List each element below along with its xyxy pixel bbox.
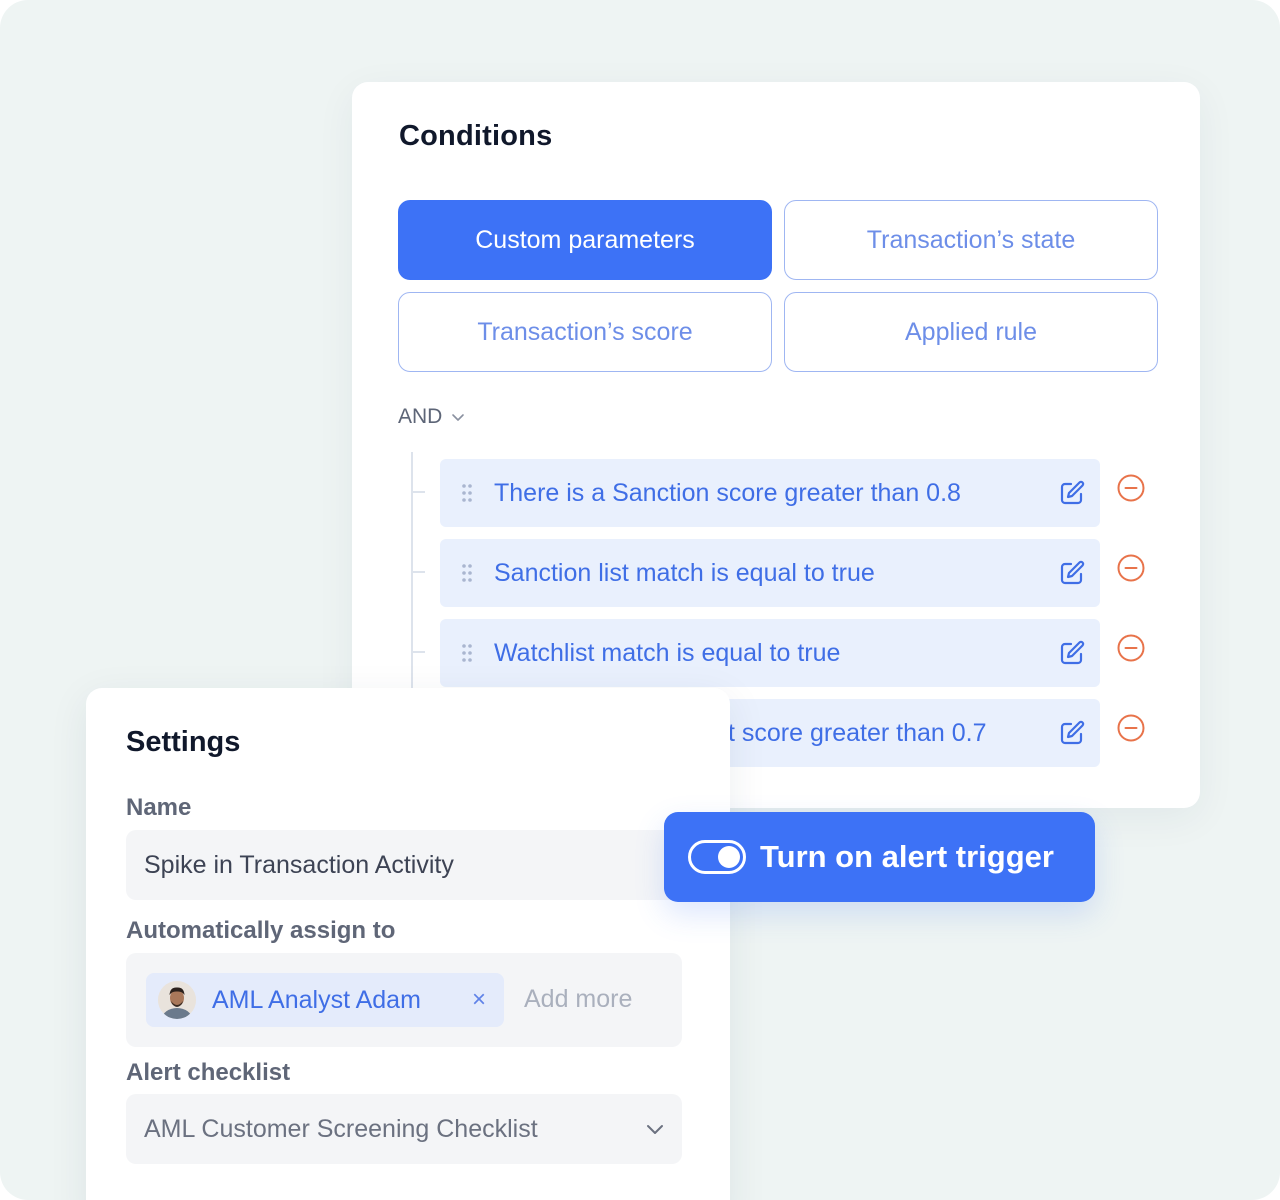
background-canvas: Conditions Custom parameters Transaction… (0, 0, 1280, 1200)
alert-trigger-toggle[interactable]: Turn on alert trigger (664, 812, 1095, 902)
edit-icon[interactable] (1044, 539, 1100, 607)
remove-assignee-icon[interactable]: × (472, 986, 486, 1014)
condition-row[interactable]: There is a Sanction score greater than 0… (440, 459, 1100, 527)
minus-circle-icon[interactable] (1116, 713, 1146, 743)
toggle-knob (718, 846, 740, 868)
condition-text: There is a Sanction score greater than 0… (494, 478, 961, 507)
chip-custom-parameters[interactable]: Custom parameters (398, 200, 772, 280)
name-label: Name (126, 794, 192, 821)
chip-transactions-score[interactable]: Transaction’s score (398, 292, 772, 372)
drag-handle-icon[interactable] (440, 642, 494, 664)
condition-text: t score greater than 0.7 (728, 718, 987, 747)
add-more-input[interactable] (524, 985, 674, 1014)
settings-card: Settings Name Automatically assign to AM… (86, 688, 730, 1200)
edit-icon[interactable] (1044, 699, 1100, 767)
chip-transactions-state[interactable]: Transaction’s state (784, 200, 1158, 280)
assignee-name: AML Analyst Adam (212, 985, 421, 1014)
checklist-label: Alert checklist (126, 1059, 291, 1086)
toggle-switch[interactable] (688, 840, 746, 874)
avatar (158, 981, 196, 1019)
assignee-field[interactable]: AML Analyst Adam × (126, 953, 682, 1047)
condition-text: Watchlist match is equal to true (494, 638, 841, 667)
tree-tick (411, 651, 425, 653)
operator-dropdown[interactable]: AND (398, 405, 466, 429)
checklist-select[interactable]: AML Customer Screening Checklist (126, 1094, 682, 1164)
settings-title: Settings (126, 726, 241, 758)
edit-icon[interactable] (1044, 619, 1100, 687)
condition-row[interactable]: Watchlist match is equal to true (440, 619, 1100, 687)
tree-tick (411, 571, 425, 573)
minus-circle-icon[interactable] (1116, 473, 1146, 503)
name-field[interactable] (126, 830, 730, 900)
assignee-tag: AML Analyst Adam × (146, 973, 504, 1027)
chevron-down-icon (452, 414, 465, 421)
operator-label: AND (398, 405, 443, 428)
edit-icon[interactable] (1044, 459, 1100, 527)
condition-row[interactable]: Sanction list match is equal to true (440, 539, 1100, 607)
checklist-value: AML Customer Screening Checklist (144, 1114, 538, 1143)
tree-tick (411, 491, 425, 493)
chip-applied-rule[interactable]: Applied rule (784, 292, 1158, 372)
minus-circle-icon[interactable] (1116, 553, 1146, 583)
assign-label: Automatically assign to (126, 917, 396, 944)
chevron-down-icon (647, 1125, 663, 1134)
minus-circle-icon[interactable] (1116, 633, 1146, 663)
conditions-title: Conditions (399, 120, 553, 152)
condition-text: Sanction list match is equal to true (494, 558, 875, 587)
drag-handle-icon[interactable] (440, 482, 494, 504)
alert-trigger-label: Turn on alert trigger (760, 839, 1054, 874)
drag-handle-icon[interactable] (440, 562, 494, 584)
